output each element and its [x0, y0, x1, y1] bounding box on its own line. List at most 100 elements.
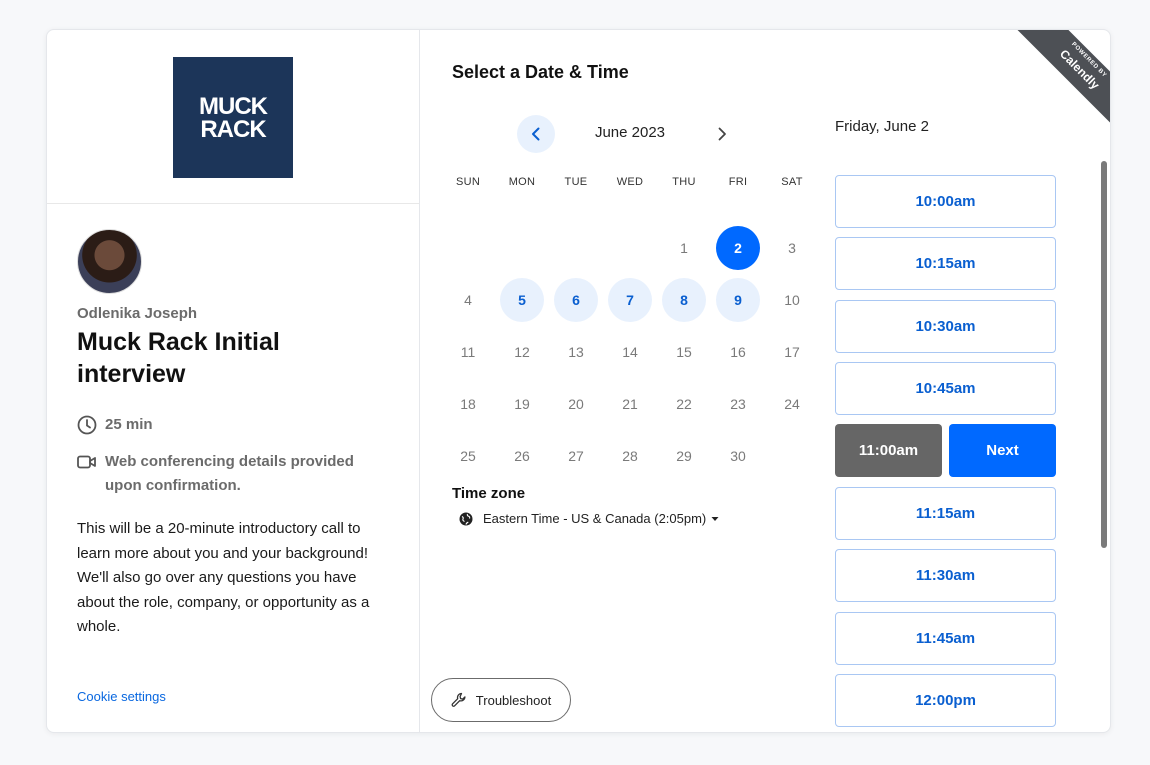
day-number: 16: [716, 330, 760, 374]
chevron-right-icon: [717, 127, 727, 141]
troubleshoot-label: Troubleshoot: [476, 693, 551, 708]
available-day[interactable]: 5: [495, 274, 549, 326]
video-camera-icon: [77, 450, 97, 474]
day-number: 4: [446, 278, 490, 322]
day-number: 20: [554, 382, 598, 426]
chevron-left-icon: [531, 127, 541, 141]
troubleshoot-button[interactable]: Troubleshoot: [431, 678, 571, 722]
time-slot[interactable]: 11:15am: [835, 487, 1056, 540]
day-number: 5: [500, 278, 544, 322]
weekday-header: THU: [657, 170, 711, 194]
unavailable-day: 3: [765, 222, 819, 274]
timezone-select[interactable]: Eastern Time - US & Canada (2:05pm): [459, 511, 719, 526]
day-number: 13: [554, 330, 598, 374]
next-month-button[interactable]: [703, 115, 741, 153]
time-slot[interactable]: 10:45am: [835, 362, 1056, 415]
day-number: 9: [716, 278, 760, 322]
conferencing-row: Web conferencing details provided upon c…: [77, 450, 377, 498]
cookie-settings-link[interactable]: Cookie settings: [77, 689, 166, 704]
time-slots-scrollbar[interactable]: [1101, 161, 1107, 548]
timezone-value: Eastern Time - US & Canada (2:05pm): [483, 511, 706, 526]
company-logo: MUCK RACK: [173, 57, 293, 178]
unavailable-day: 28: [603, 430, 657, 482]
selected-time-slot[interactable]: 11:00am: [835, 424, 942, 477]
unavailable-day: 23: [711, 378, 765, 430]
selected-date-heading: Friday, June 2: [835, 118, 929, 135]
time-slot[interactable]: 11:30am: [835, 549, 1056, 602]
unavailable-day: 13: [549, 326, 603, 378]
empty-day-cell: [549, 222, 603, 274]
ribbon-band: POWERED BY Calendly: [1008, 29, 1111, 134]
day-number: 30: [716, 434, 760, 478]
time-slot[interactable]: 10:30am: [835, 300, 1056, 353]
unavailable-day: 25: [441, 430, 495, 482]
wrench-icon: [451, 692, 467, 708]
weekday-header: FRI: [711, 170, 765, 194]
time-slot[interactable]: 10:00am: [835, 175, 1056, 228]
time-slot[interactable]: 12:00pm: [835, 674, 1056, 727]
duration-text: 25 min: [105, 413, 153, 437]
selected-day[interactable]: 2: [711, 222, 765, 274]
day-number: 3: [770, 226, 814, 270]
unavailable-day: 29: [657, 430, 711, 482]
day-number: 6: [554, 278, 598, 322]
day-number: 25: [446, 434, 490, 478]
globe-icon: [459, 512, 473, 526]
conferencing-text: Web conferencing details provided upon c…: [105, 450, 377, 498]
empty-day-cell: [441, 222, 495, 274]
unavailable-day: 10: [765, 274, 819, 326]
available-day[interactable]: 9: [711, 274, 765, 326]
empty-day-cell: [495, 222, 549, 274]
day-number: 15: [662, 330, 706, 374]
calendar-grid: SUNMONTUEWEDTHUFRISAT1234567891011121314…: [441, 170, 819, 482]
day-number: 12: [500, 330, 544, 374]
duration-row: 25 min: [77, 413, 153, 437]
day-number: 19: [500, 382, 544, 426]
day-number: 18: [446, 382, 490, 426]
unavailable-day: 30: [711, 430, 765, 482]
weekday-header: SAT: [765, 170, 819, 194]
weekday-header: WED: [603, 170, 657, 194]
unavailable-day: 18: [441, 378, 495, 430]
time-slot[interactable]: 10:15am: [835, 237, 1056, 290]
logo-area: MUCK RACK: [47, 30, 419, 204]
previous-month-button[interactable]: [517, 115, 555, 153]
unavailable-day: 19: [495, 378, 549, 430]
unavailable-day: 27: [549, 430, 603, 482]
unavailable-day: 24: [765, 378, 819, 430]
day-number: 28: [608, 434, 652, 478]
weekday-header: MON: [495, 170, 549, 194]
day-number: 14: [608, 330, 652, 374]
logo-line2: RACK: [173, 118, 293, 141]
day-number: 7: [608, 278, 652, 322]
event-description: This will be a 20-minute introductory ca…: [77, 517, 397, 640]
day-number: 24: [770, 382, 814, 426]
unavailable-day: 12: [495, 326, 549, 378]
timezone-label: Time zone: [452, 485, 525, 502]
available-day[interactable]: 8: [657, 274, 711, 326]
unavailable-day: 21: [603, 378, 657, 430]
available-day[interactable]: 6: [549, 274, 603, 326]
day-number: 29: [662, 434, 706, 478]
unavailable-day: 17: [765, 326, 819, 378]
available-day[interactable]: 7: [603, 274, 657, 326]
time-slot[interactable]: 11:45am: [835, 612, 1056, 665]
next-button[interactable]: Next: [949, 424, 1056, 477]
day-number: 2: [716, 226, 760, 270]
event-details-panel: MUCK RACK Odlenika Joseph Muck Rack Init…: [47, 30, 420, 732]
host-name: Odlenika Joseph: [77, 305, 197, 322]
weekday-header: TUE: [549, 170, 603, 194]
caret-down-icon: [711, 516, 719, 522]
day-number: 10: [770, 278, 814, 322]
section-title: Select a Date & Time: [452, 62, 629, 83]
clock-icon: [77, 413, 97, 437]
day-number: 17: [770, 330, 814, 374]
day-number: 26: [500, 434, 544, 478]
month-label: June 2023: [565, 124, 695, 141]
empty-day-cell: [603, 222, 657, 274]
unavailable-day: 1: [657, 222, 711, 274]
unavailable-day: 22: [657, 378, 711, 430]
day-number: 22: [662, 382, 706, 426]
event-title: Muck Rack Initial interview: [77, 326, 377, 390]
powered-by-ribbon[interactable]: POWERED BY Calendly: [1006, 29, 1111, 134]
